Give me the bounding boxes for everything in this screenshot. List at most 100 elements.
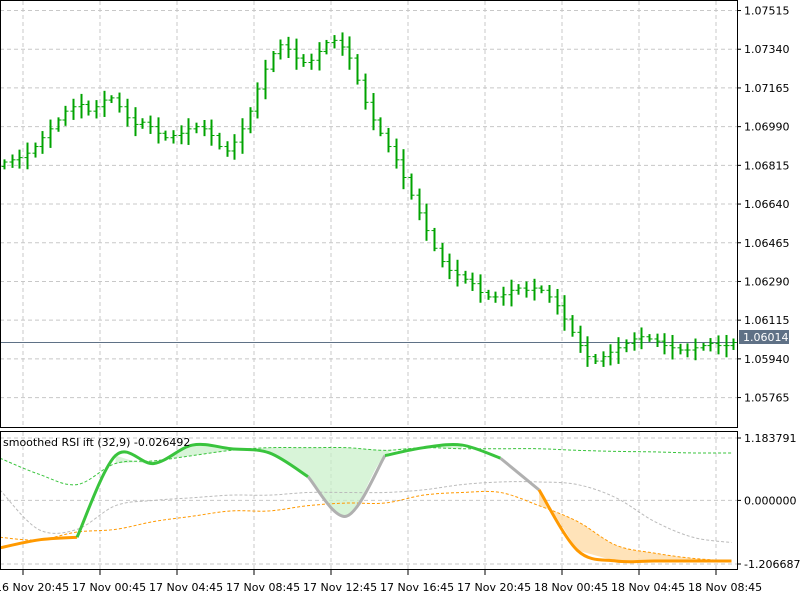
ohlc-bar <box>185 118 192 145</box>
ohlc-bar <box>500 286 507 306</box>
ohlc-bar <box>9 154 16 168</box>
ohlc-bar <box>178 125 185 145</box>
y-tick-label: 1.07515 <box>744 5 790 18</box>
ohlc-bar <box>454 259 461 287</box>
ohlc-bar <box>677 343 684 355</box>
ohlc-bar <box>370 93 377 131</box>
ohlc-bar <box>538 285 545 294</box>
ohlc-bar <box>684 343 691 358</box>
ohlc-bar <box>408 173 415 200</box>
ohlc-bar <box>108 95 115 104</box>
ohlc-bar <box>569 315 576 337</box>
ohlc-bar <box>331 35 338 49</box>
ift-line-up <box>384 442 502 460</box>
ohlc-bar <box>270 51 277 73</box>
ohlc-bar <box>70 98 77 120</box>
ohlc-bar <box>492 291 499 303</box>
ohlc-bar <box>692 338 699 361</box>
ohlc-bar <box>62 105 69 126</box>
ohlc-bar <box>546 284 553 303</box>
indicator-layer <box>0 442 732 564</box>
ohlc-bar <box>385 127 392 153</box>
y-tick-label: 1.06815 <box>744 159 790 172</box>
ohlc-bar <box>170 130 177 144</box>
ohlc-bar <box>508 279 515 307</box>
ohlc-bar <box>55 117 62 132</box>
ohlc-bar <box>308 53 315 70</box>
ohlc-bar <box>285 36 292 58</box>
ohlc-bar <box>393 138 400 169</box>
ohlc-bar <box>231 134 238 160</box>
price-layer <box>0 32 737 367</box>
ohlc-bar <box>446 253 453 280</box>
ohlc-bar <box>85 100 92 116</box>
y-tick-label: 1.06115 <box>744 314 790 327</box>
ohlc-bar <box>323 39 330 55</box>
indicator-y-tick-label: 1.183791 <box>744 432 797 445</box>
y-tick-label: 1.07340 <box>744 43 790 56</box>
ohlc-bar <box>239 118 246 154</box>
ohlc-bar <box>515 284 522 295</box>
x-tick-label: 18 Nov 00:45 <box>534 581 608 594</box>
ohlc-bar <box>116 92 123 113</box>
ohlc-bar <box>439 242 446 268</box>
ohlc-bar <box>162 130 169 141</box>
main-pane-frame <box>0 0 738 428</box>
y-tick-label: 1.05765 <box>744 392 790 405</box>
ohlc-bar <box>224 141 231 157</box>
x-tick-label: 17 Nov 00:45 <box>72 581 146 594</box>
ohlc-bar <box>723 334 730 358</box>
indicator-y-tick-label: 0.000000 <box>744 494 797 507</box>
x-tick-label: 17 Nov 12:45 <box>303 581 377 594</box>
ohlc-bar <box>584 336 591 367</box>
ohlc-bar <box>293 38 300 70</box>
ohlc-bar <box>485 289 492 300</box>
ohlc-bar <box>93 100 100 119</box>
indicator-title: smoothed RSI ift (32,9) -0.026492 <box>3 436 190 449</box>
ohlc-bar <box>523 281 530 298</box>
x-tick-label: 17 Nov 20:45 <box>457 581 531 594</box>
ohlc-bar <box>531 278 538 301</box>
ohlc-bar <box>646 334 653 342</box>
y-tick-label: 1.06290 <box>744 275 790 288</box>
ohlc-bar <box>262 59 269 100</box>
ohlc-bar <box>730 338 737 350</box>
ohlc-bar <box>623 339 630 353</box>
x-tick-label: 17 Nov 04:45 <box>149 581 223 594</box>
ohlc-bar <box>346 36 353 70</box>
y-tick-label: 1.05940 <box>744 353 790 366</box>
ohlc-bar <box>201 120 208 137</box>
ohlc-bar <box>300 54 307 67</box>
x-tick-label: 18 Nov 08:45 <box>688 581 762 594</box>
y-tick-label: 1.07165 <box>744 82 790 95</box>
ohlc-bar <box>1 159 8 170</box>
ohlc-bar <box>32 142 39 158</box>
ohlc-bar <box>247 107 254 134</box>
ohlc-bar <box>423 203 430 241</box>
ift-line-up <box>75 442 309 538</box>
ohlc-bar <box>669 334 676 360</box>
x-tick-label: 18 Nov 04:45 <box>611 581 685 594</box>
ohlc-bar <box>101 90 108 117</box>
ohlc-bar <box>654 333 661 348</box>
current-price-label: 1.06014 <box>743 331 789 344</box>
ohlc-bar <box>577 325 584 353</box>
ohlc-bar <box>615 337 622 364</box>
ohlc-bar <box>78 93 85 119</box>
ohlc-bar <box>124 98 131 127</box>
ohlc-bar <box>132 107 139 137</box>
ohlc-bar <box>139 118 146 129</box>
y-tick-label: 1.06640 <box>744 198 790 211</box>
x-tick-label: 17 Nov 08:45 <box>226 581 300 594</box>
ohlc-bar <box>39 131 46 154</box>
ohlc-bar <box>400 149 407 190</box>
ohlc-bar <box>155 117 162 144</box>
x-tick-label: 16 Nov 20:45 <box>0 581 69 594</box>
chart-window: 16 Nov 20:45 17 Nov 00:45 17 Nov 04:45 17 N… <box>0 0 800 600</box>
ohlc-bar <box>362 73 369 110</box>
ift-line-neutral <box>499 457 540 492</box>
ohlc-bar <box>208 119 215 146</box>
ohlc-bar <box>47 119 54 148</box>
ohlc-bar <box>216 132 223 150</box>
ohlc-bar <box>661 333 668 355</box>
